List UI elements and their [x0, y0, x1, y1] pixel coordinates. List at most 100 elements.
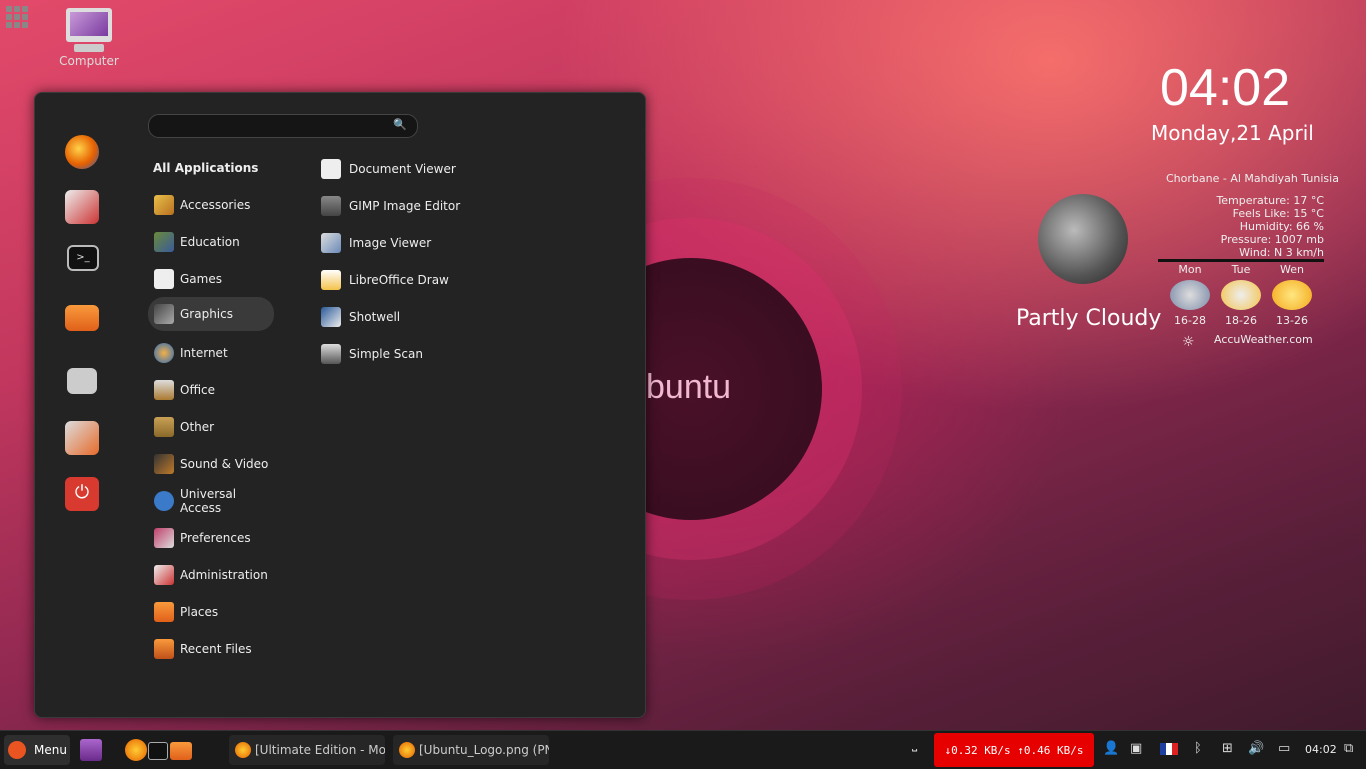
- favorites-bar: >_ ⏻: [35, 93, 127, 717]
- menu-button[interactable]: Menu: [4, 735, 70, 765]
- category-recent-files[interactable]: Recent Files: [148, 632, 276, 666]
- forecast-day-label: Wen: [1280, 263, 1304, 276]
- home-folder-icon[interactable]: [65, 305, 99, 331]
- libreoffice-draw-icon: [321, 270, 341, 290]
- workspace-switcher-icon[interactable]: ⧉: [1344, 741, 1353, 756]
- taskbar-clock[interactable]: 04:02: [1305, 743, 1337, 756]
- search-input[interactable]: [159, 115, 383, 137]
- network-icon[interactable]: ⊞: [1222, 741, 1233, 756]
- category-label: Other: [180, 420, 215, 434]
- app-image-viewer[interactable]: Image Viewer: [321, 228, 431, 258]
- taskbar-window-image[interactable]: [Ubuntu_Logo.png (PN...: [393, 735, 549, 765]
- firefox-launcher-icon[interactable]: [125, 739, 147, 761]
- weather-pressure: Pressure: 1007 mb: [1220, 233, 1324, 246]
- education-icon: [154, 232, 174, 252]
- app-shotwell[interactable]: Shotwell: [321, 302, 400, 332]
- search-box[interactable]: 🔍: [148, 114, 418, 138]
- category-education[interactable]: Education: [148, 225, 276, 259]
- shotwell-icon: [321, 307, 341, 327]
- weather-wind: Wind: N 3 km/h: [1239, 246, 1324, 259]
- weather-humidity: Humidity: 66 %: [1239, 220, 1324, 233]
- universal-access-icon: [154, 491, 174, 511]
- desktop-computer-icon[interactable]: Computer: [58, 8, 120, 68]
- accessories-icon: [154, 195, 174, 215]
- category-label: Universal Access: [180, 487, 237, 515]
- preferences-icon: [154, 528, 174, 548]
- weather-feels-like: Feels Like: 15 °C: [1232, 207, 1324, 220]
- terminal-launcher-icon[interactable]: [148, 742, 168, 760]
- apps-grid-icon[interactable]: [6, 6, 28, 28]
- forecast-range: 18-26: [1225, 314, 1257, 327]
- category-administration[interactable]: Administration: [148, 558, 276, 592]
- category-label: Administration: [180, 568, 268, 582]
- category-games[interactable]: Games: [148, 262, 276, 296]
- category-office[interactable]: Office: [148, 373, 276, 407]
- category-all-applications[interactable]: All Applications: [153, 151, 281, 185]
- weather-provider-link[interactable]: AccuWeather.com: [1214, 333, 1313, 346]
- forecast-day: Tue 18-26: [1219, 263, 1263, 327]
- screenshot-icon[interactable]: ▣: [1130, 741, 1142, 756]
- other-icon: [154, 417, 174, 437]
- show-desktop-icon[interactable]: [80, 739, 102, 761]
- category-places[interactable]: Places: [148, 595, 276, 629]
- window-title: [Ubuntu_Logo.png (PN...: [419, 743, 549, 757]
- application-menu: >_ ⏻ 🔍 All Applications Accessories Educ…: [34, 92, 646, 718]
- category-graphics[interactable]: Graphics: [148, 297, 274, 331]
- power-icon[interactable]: ⏻: [65, 477, 99, 511]
- category-label: Sound & Video: [180, 457, 269, 471]
- app-label: Shotwell: [349, 310, 401, 324]
- battery-icon[interactable]: ▭: [1278, 741, 1290, 756]
- image-viewer-icon: [321, 233, 341, 253]
- forecast-day-label: Tue: [1231, 263, 1251, 276]
- recent-files-icon: [154, 639, 174, 659]
- app-simple-scan[interactable]: Simple Scan: [321, 339, 423, 369]
- app-libreoffice-draw[interactable]: LibreOffice Draw: [321, 265, 449, 295]
- volume-icon[interactable]: 🔊: [1248, 741, 1264, 756]
- network-speed-monitor[interactable]: ↓0.32 KB/s ↑0.46 KB/s: [934, 733, 1094, 767]
- search-icon: 🔍: [393, 118, 407, 131]
- document-viewer-icon: [321, 159, 341, 179]
- category-label: Recent Files: [180, 642, 252, 656]
- lock-screen-icon[interactable]: [67, 368, 97, 394]
- category-accessories[interactable]: Accessories: [148, 188, 276, 222]
- wallpaper-ubuntu-logo: buntu: [646, 368, 732, 406]
- sun-icon: ☼: [1182, 334, 1195, 350]
- category-label: All Applications: [153, 161, 259, 175]
- simple-scan-icon: [321, 344, 341, 364]
- rain-cloud-icon: [1170, 280, 1210, 310]
- files-launcher-icon[interactable]: [170, 742, 192, 760]
- category-label: Preferences: [180, 531, 251, 545]
- logout-icon[interactable]: [65, 421, 99, 455]
- category-sound-video[interactable]: Sound & Video: [148, 447, 276, 481]
- category-label: Office: [180, 383, 216, 397]
- category-label: Games: [180, 272, 222, 286]
- category-label: Accessories: [180, 198, 251, 212]
- terminal-icon[interactable]: >_: [67, 245, 99, 271]
- keyboard-icon[interactable]: ⎵: [912, 737, 917, 752]
- category-preferences[interactable]: Preferences: [148, 521, 276, 555]
- computer-label: Computer: [59, 54, 119, 68]
- firefox-icon: [235, 742, 251, 758]
- app-label: Document Viewer: [349, 162, 456, 176]
- graphics-icon: [154, 304, 174, 324]
- system-settings-icon[interactable]: [65, 190, 99, 224]
- category-other[interactable]: Other: [148, 410, 276, 444]
- bluetooth-icon[interactable]: ᛒ: [1194, 741, 1202, 756]
- user-icon[interactable]: 👤: [1103, 741, 1119, 756]
- firefox-icon[interactable]: [65, 135, 99, 169]
- computer-icon: [66, 8, 112, 42]
- menu-button-label: Menu: [34, 743, 67, 757]
- taskbar-window-firefox[interactable]: [Ultimate Edition - Moz...: [229, 735, 385, 765]
- app-label: GIMP Image Editor: [349, 199, 461, 213]
- app-gimp-image-editor[interactable]: GIMP Image Editor: [321, 191, 460, 221]
- internet-icon: [154, 343, 174, 363]
- category-internet[interactable]: Internet: [148, 336, 276, 370]
- weather-location: Chorbane - Al Mahdiyah Tunisia: [1166, 172, 1339, 185]
- category-universal-access[interactable]: Universal Access: [148, 484, 276, 518]
- sunny-icon: [1272, 280, 1312, 310]
- firefox-icon: [399, 742, 415, 758]
- keyboard-layout-flag-icon[interactable]: [1160, 743, 1178, 755]
- forecast-day-label: Mon: [1178, 263, 1202, 276]
- places-icon: [154, 602, 174, 622]
- app-document-viewer[interactable]: Document Viewer: [321, 154, 456, 184]
